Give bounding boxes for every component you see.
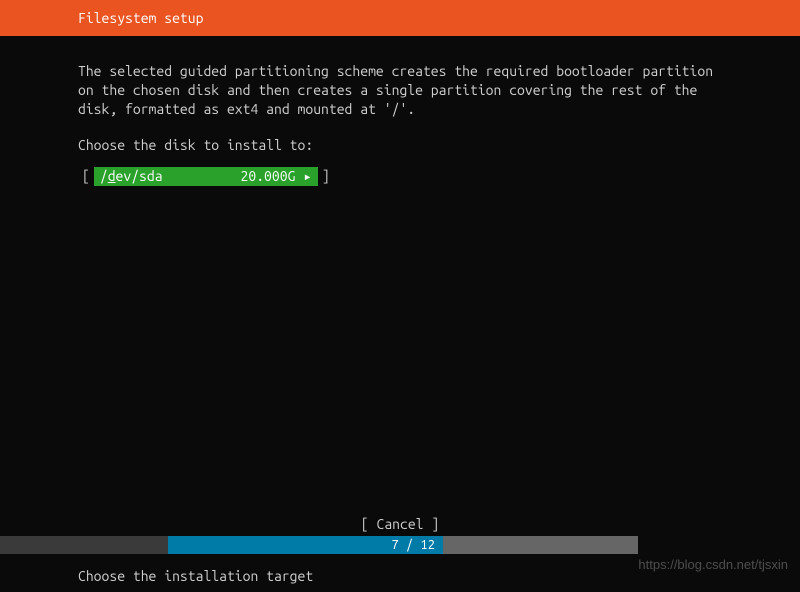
progress-gap-left xyxy=(0,536,168,554)
disk-option[interactable]: /dev/sda 20.000G ▸ xyxy=(94,167,318,186)
progress-filled: 7 / 12 xyxy=(168,536,443,554)
page-title: Filesystem setup xyxy=(78,10,203,26)
header-bar: Filesystem setup xyxy=(0,0,800,36)
footer-text: Choose the installation target xyxy=(78,568,313,584)
disk-prompt: Choose the disk to install to: xyxy=(78,137,722,153)
chevron-right-icon: ▸ xyxy=(303,168,311,185)
content-area: The selected guided partitioning scheme … xyxy=(0,36,800,186)
cancel-button[interactable]: [ Cancel ] xyxy=(361,516,439,532)
bracket-close: ] xyxy=(318,168,334,184)
disk-selection[interactable]: [ /dev/sda 20.000G ▸ ] xyxy=(78,167,334,186)
disk-size: 20.000G xyxy=(241,168,296,184)
progress-text: 7 / 12 xyxy=(391,538,435,552)
bracket-open: [ xyxy=(78,168,94,184)
progress-bar: 7 / 12 xyxy=(0,536,800,554)
watermark: https://blog.csdn.net/tjsxin xyxy=(638,557,788,572)
disk-name: /dev/sda xyxy=(100,168,163,184)
description-text: The selected guided partitioning scheme … xyxy=(78,62,722,119)
progress-unfilled xyxy=(443,536,638,554)
progress-gap-right xyxy=(638,536,800,554)
